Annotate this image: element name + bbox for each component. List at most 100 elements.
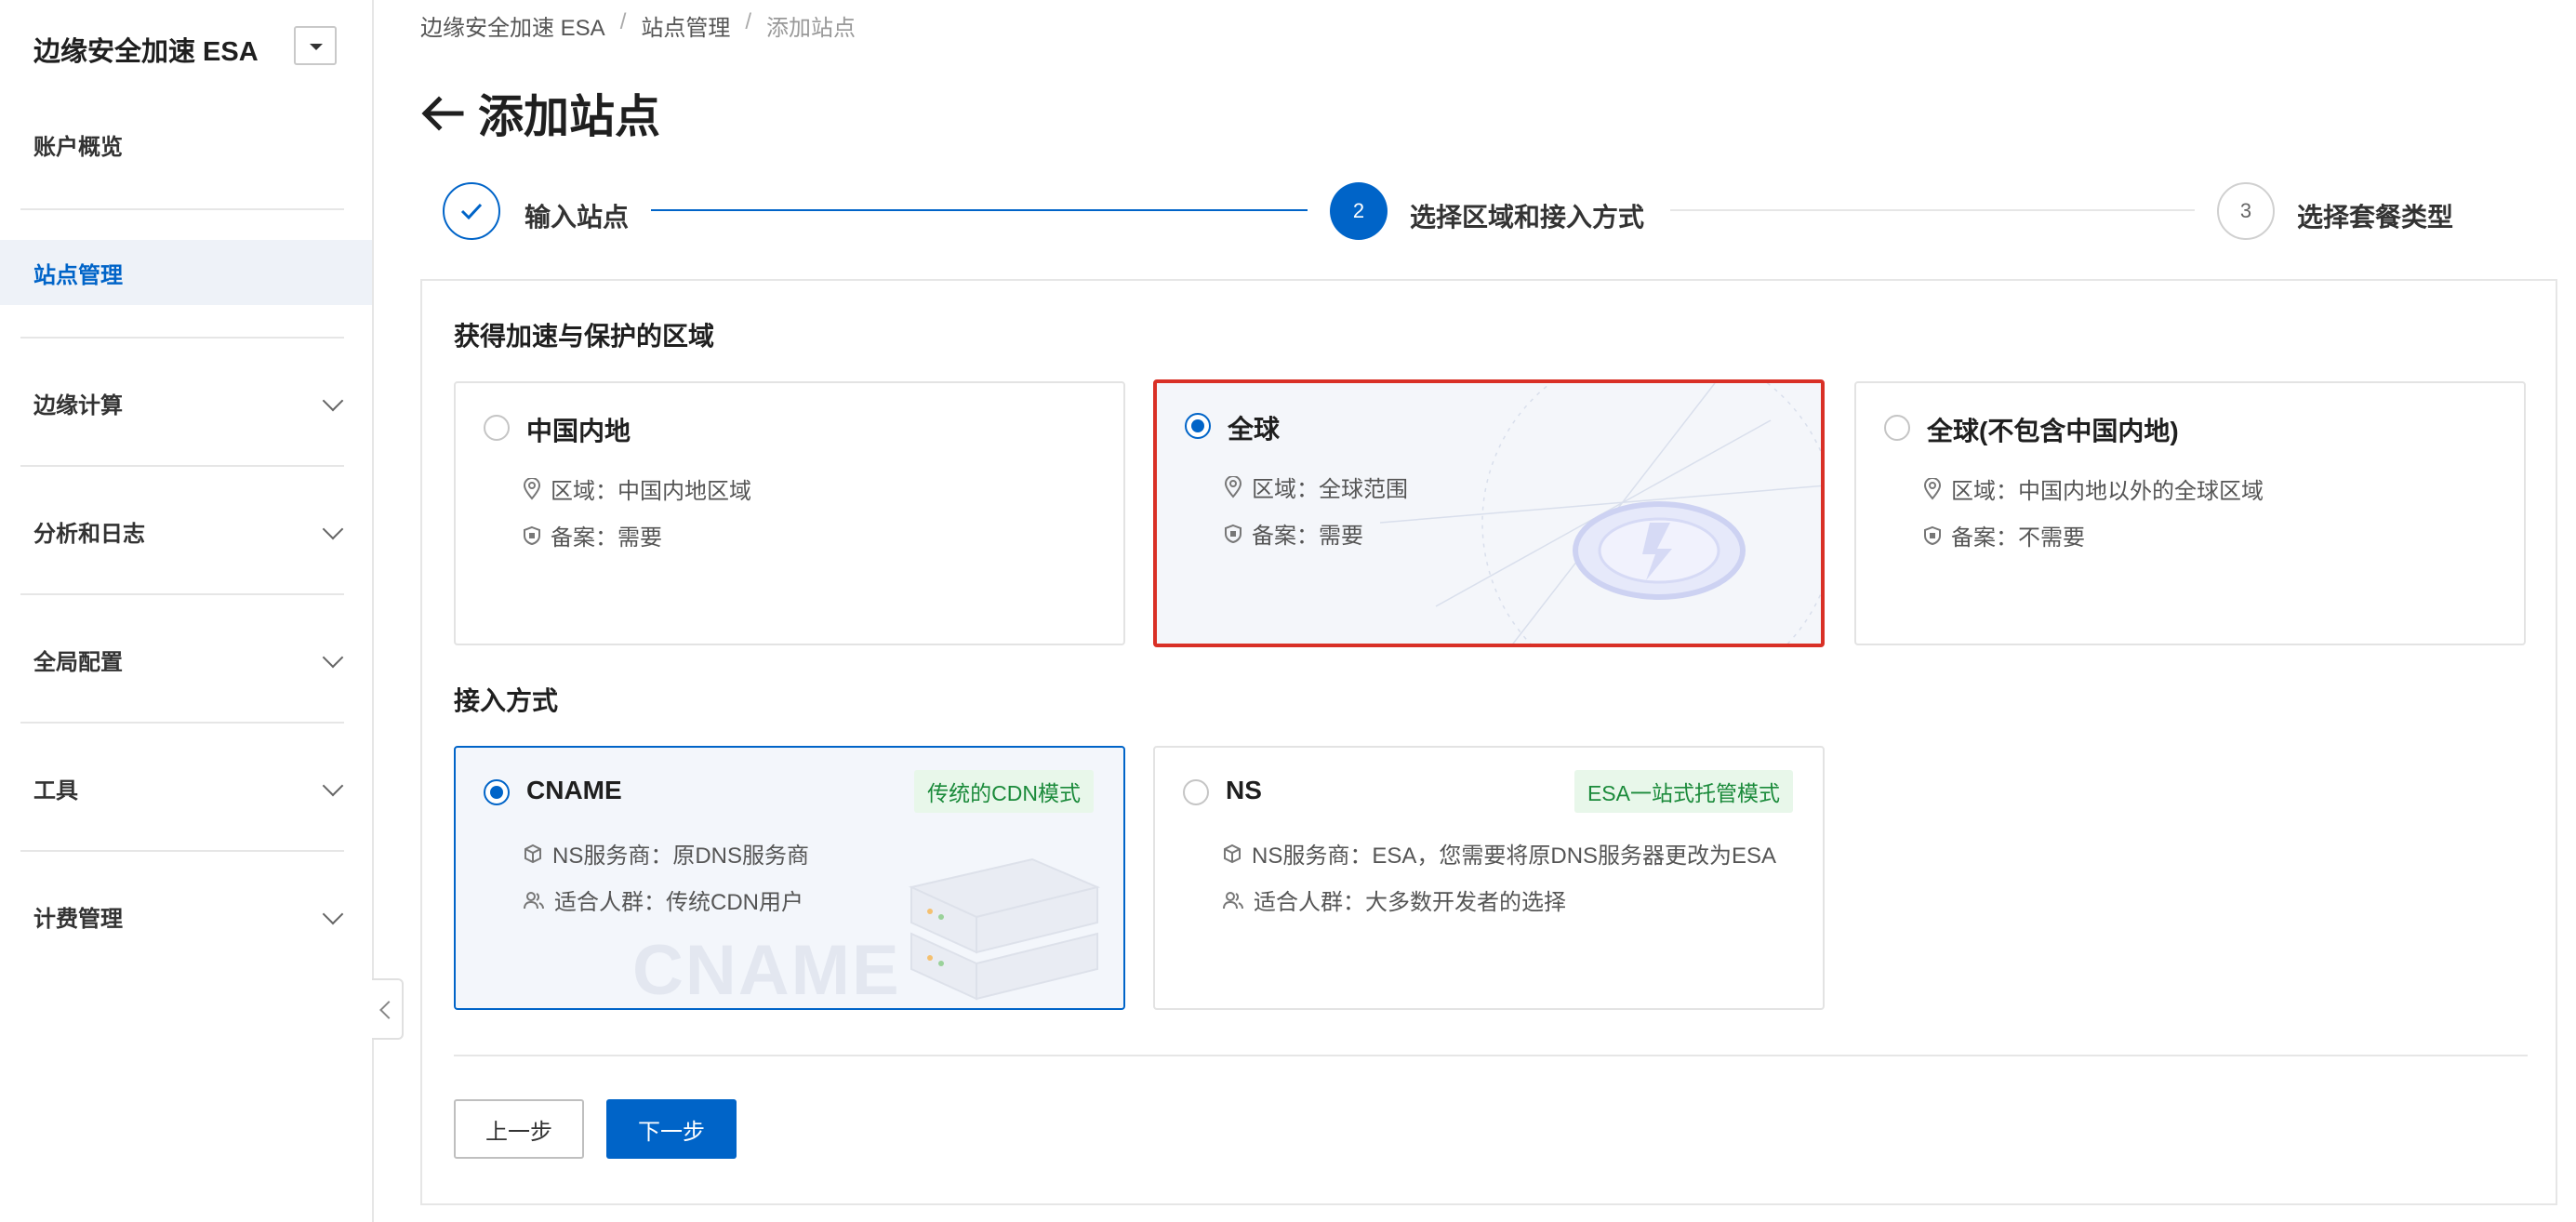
option-ns-text: NS服务商：ESA，您需要将原DNS服务器更改为ESA [1252, 843, 1777, 869]
sidebar-divider [20, 593, 344, 595]
sidebar-item-label: 工具 [33, 777, 78, 804]
sidebar-item-label: 站点管理 [33, 262, 123, 288]
breadcrumb-separator: / [745, 9, 752, 34]
sidebar-item-billing[interactable]: 计费管理 [0, 883, 372, 949]
footer-divider [454, 1055, 2528, 1056]
region-option-mainland-china[interactable]: 中国内地 区域：中国内地区域 备案：需要 [454, 381, 1125, 645]
sidebar-item-account-overview[interactable]: 账户概览 [0, 112, 372, 177]
option-title: CNAME [526, 776, 622, 804]
sidebar-divider [20, 208, 344, 210]
sidebar-item-label: 边缘计算 [33, 392, 123, 418]
option-ns-text: NS服务商：原DNS服务商 [552, 843, 810, 869]
step-1-indicator [443, 182, 500, 240]
option-filing-row: 备案：需要 [523, 519, 662, 551]
sidebar-item-label: 全局配置 [33, 649, 123, 675]
option-filing-text: 备案：需要 [551, 525, 662, 551]
option-filing-text: 备案：不需要 [1951, 525, 2085, 551]
step-3-label: 选择套餐类型 [2297, 203, 2454, 232]
location-pin-icon [523, 477, 541, 500]
globe-illustration [1380, 383, 1821, 644]
shield-icon [524, 525, 540, 545]
option-users-row: 适合人群：传统CDN用户 [523, 883, 803, 916]
sidebar-divider [20, 337, 344, 339]
region-section-title: 获得加速与保护的区域 [454, 322, 715, 351]
breadcrumb-item-esa[interactable]: 边缘安全加速 ESA [420, 9, 605, 42]
location-pin-icon [1224, 475, 1242, 498]
step-2-label: 选择区域和接入方式 [1410, 203, 1645, 232]
product-title: 边缘安全加速 ESA [33, 37, 259, 67]
option-title: 中国内地 [526, 417, 631, 445]
option-area-row: 区域：全球范围 [1224, 471, 1408, 503]
mode-tag: ESA一站式托管模式 [1573, 770, 1793, 813]
option-area-text: 区域：全球范围 [1252, 477, 1408, 502]
region-option-global[interactable]: 全球 区域：全球范围 备案：需要 [1153, 379, 1825, 647]
sidebar-item-analytics-logs[interactable]: 分析和日志 [0, 498, 372, 564]
next-step-button[interactable]: 下一步 [606, 1099, 737, 1159]
option-filing-text: 备案：需要 [1252, 524, 1363, 549]
sidebar: 边缘安全加速 ESA 账户概览 站点管理 边缘计算 分析和日志 全局配置 工具 … [0, 0, 374, 1222]
region-radio-global[interactable] [1185, 413, 1211, 439]
page-title: 添加站点 [478, 92, 661, 142]
cname-watermark: CNAME [632, 931, 901, 1010]
mode-tag: 传统的CDN模式 [914, 770, 1094, 813]
sidebar-item-label: 计费管理 [33, 906, 123, 932]
sidebar-item-tools[interactable]: 工具 [0, 755, 372, 820]
option-users-text: 适合人群：大多数开发者的选择 [1254, 890, 1566, 915]
arrow-left-icon[interactable] [420, 95, 465, 132]
option-title: NS [1226, 776, 1262, 804]
users-icon [524, 891, 544, 909]
server-illustration [908, 857, 1101, 1001]
shield-icon [1924, 525, 1941, 545]
sidebar-divider [20, 465, 344, 467]
sidebar-divider [20, 722, 344, 724]
sidebar-divider [20, 850, 344, 852]
option-filing-row: 备案：不需要 [1923, 519, 2085, 551]
chevron-down-icon [322, 903, 344, 925]
option-ns-row: NS服务商：ESA，您需要将原DNS服务器更改为ESA [1222, 837, 1776, 870]
sidebar-item-site-management[interactable]: 站点管理 [0, 240, 372, 305]
sidebar-item-label: 分析和日志 [33, 521, 145, 547]
product-switch-dropdown[interactable] [294, 26, 337, 65]
sidebar-item-global-config[interactable]: 全局配置 [0, 627, 372, 692]
access-option-cname[interactable]: CNAME CNAME 传统的CDN模式 NS服务商：原DNS服务商 适合人群：… [454, 746, 1125, 1010]
step-3-indicator: 3 [2217, 182, 2275, 240]
add-site-form-card: 获得加速与保护的区域 中国内地 区域：中国内地区域 备案：需要 全球 区域：全球… [420, 279, 2557, 1205]
step-2-indicator: 2 [1330, 182, 1388, 240]
chevron-down-icon [322, 775, 344, 797]
cube-icon [1224, 843, 1241, 863]
access-radio-ns[interactable] [1183, 779, 1209, 805]
breadcrumb: 边缘安全加速 ESA / 站点管理 / 添加站点 [420, 9, 856, 42]
shield-icon [1225, 524, 1242, 543]
cube-icon [524, 843, 541, 863]
step-connector-done [651, 209, 1308, 211]
option-filing-row: 备案：需要 [1224, 517, 1363, 550]
region-radio-global-excl-china[interactable] [1884, 415, 1910, 441]
sidebar-collapse-toggle[interactable] [372, 978, 404, 1040]
breadcrumb-item-site-management[interactable]: 站点管理 [641, 9, 730, 42]
chevron-down-icon [322, 518, 344, 540]
breadcrumb-separator: / [619, 9, 627, 34]
option-area-row: 区域：中国内地以外的全球区域 [1923, 472, 2264, 505]
option-area-row: 区域：中国内地区域 [523, 472, 751, 505]
previous-step-button[interactable]: 上一步 [454, 1099, 584, 1159]
sidebar-item-label: 账户概览 [33, 134, 123, 160]
option-users-text: 适合人群：传统CDN用户 [554, 890, 803, 915]
step-connector-todo [1670, 209, 2195, 211]
region-option-global-excl-china[interactable]: 全球(不包含中国内地) 区域：中国内地以外的全球区域 备案：不需要 [1854, 381, 2526, 645]
page-header: 添加站点 [420, 80, 660, 146]
option-area-text: 区域：中国内地区域 [551, 479, 751, 504]
step-1-label: 输入站点 [524, 203, 630, 232]
sidebar-item-edge-computing[interactable]: 边缘计算 [0, 370, 372, 435]
breadcrumb-item-current: 添加站点 [766, 16, 856, 41]
option-title: 全球 [1228, 415, 1281, 444]
access-radio-cname[interactable] [484, 779, 510, 805]
option-ns-row: NS服务商：原DNS服务商 [523, 837, 809, 870]
option-area-text: 区域：中国内地以外的全球区域 [1951, 479, 2264, 504]
users-icon [1223, 891, 1243, 909]
location-pin-icon [1923, 477, 1942, 500]
chevron-down-icon [322, 646, 344, 669]
option-users-row: 适合人群：大多数开发者的选择 [1222, 883, 1566, 916]
check-icon [460, 203, 483, 220]
region-radio-mainland-china[interactable] [484, 415, 510, 441]
access-option-ns[interactable]: NS ESA一站式托管模式 NS服务商：ESA，您需要将原DNS服务器更改为ES… [1153, 746, 1825, 1010]
